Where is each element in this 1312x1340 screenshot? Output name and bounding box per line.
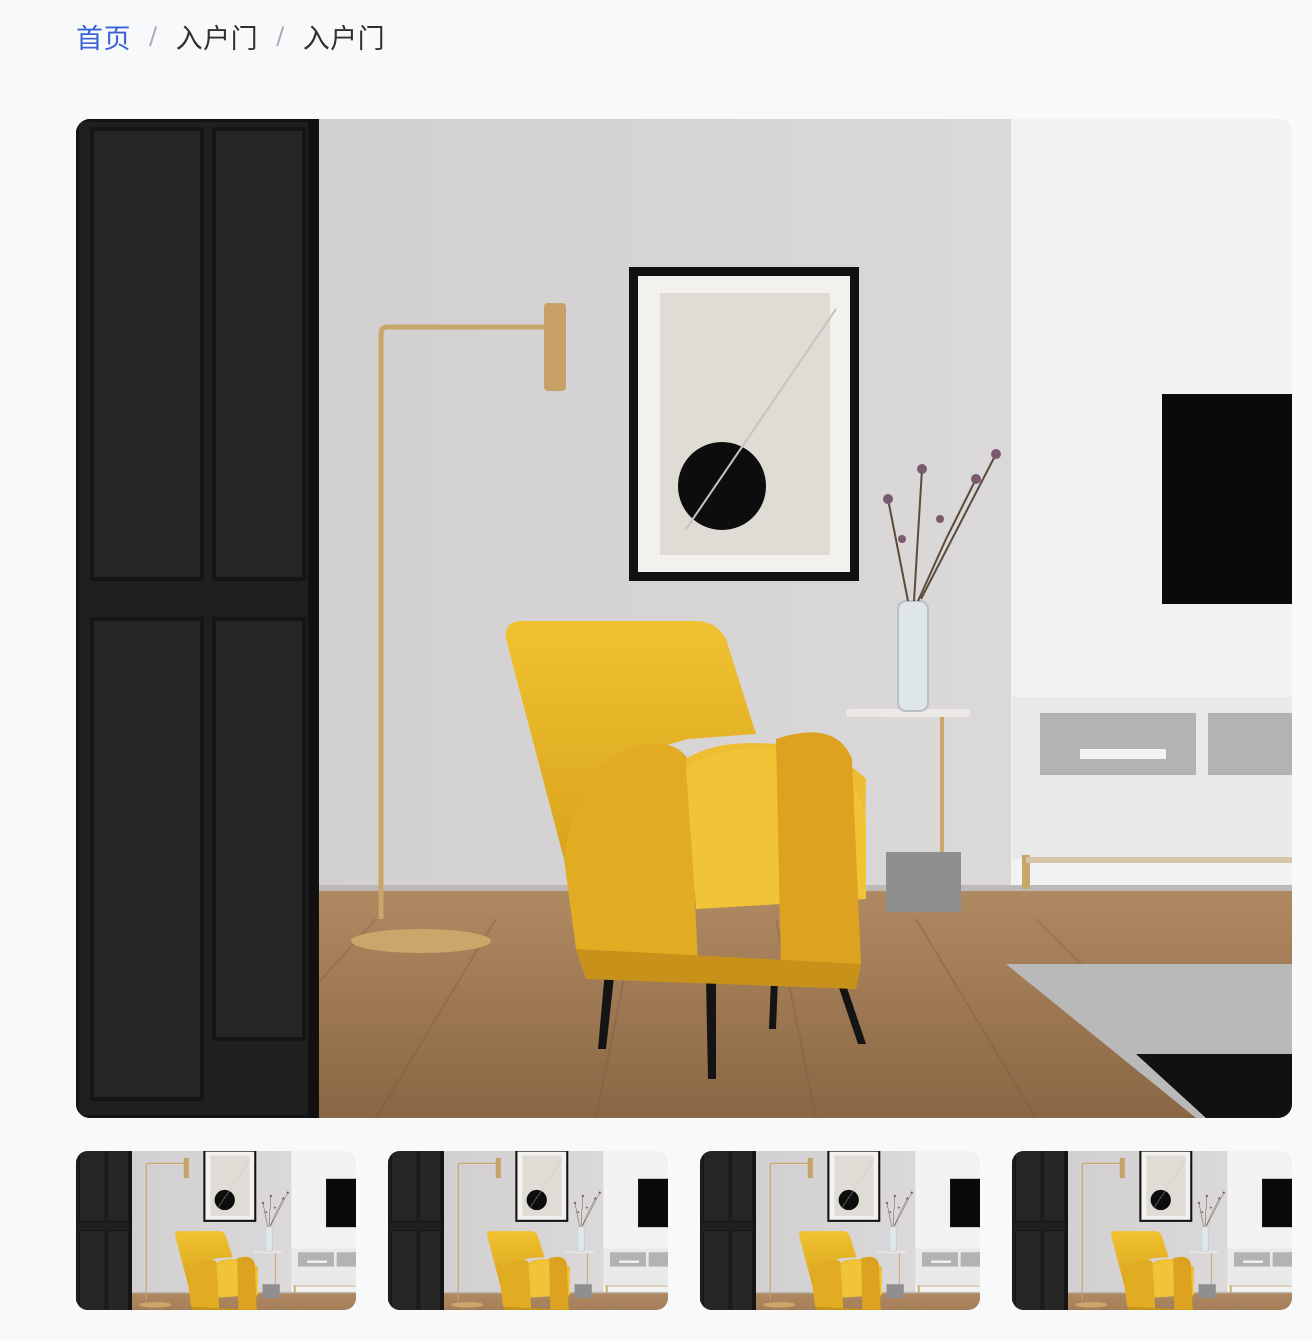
breadcrumb-current: 入户门 [302, 23, 386, 55]
thumbnail-2[interactable] [388, 1151, 668, 1310]
living-room-photo [76, 1151, 356, 1310]
breadcrumb-home-link[interactable]: 首页 [76, 17, 131, 56]
thumbnail-4[interactable] [1012, 1151, 1292, 1310]
thumbnail-strip [76, 1151, 1292, 1310]
thumbnail-1[interactable] [76, 1151, 356, 1310]
breadcrumb: 首页 入户门 入户门 [76, 16, 385, 56]
living-room-photo [388, 1151, 668, 1310]
page: 首页 入户门 入户门 [0, 0, 1312, 1340]
breadcrumb-separator [149, 22, 158, 50]
living-room-photo [76, 119, 1292, 1118]
thumbnail-3[interactable] [700, 1151, 980, 1310]
living-room-photo [700, 1151, 980, 1310]
main-product-image[interactable] [76, 119, 1292, 1118]
breadcrumb-category[interactable]: 入户门 [176, 17, 259, 56]
living-room-photo [1012, 1151, 1292, 1310]
breadcrumb-separator [276, 22, 285, 50]
